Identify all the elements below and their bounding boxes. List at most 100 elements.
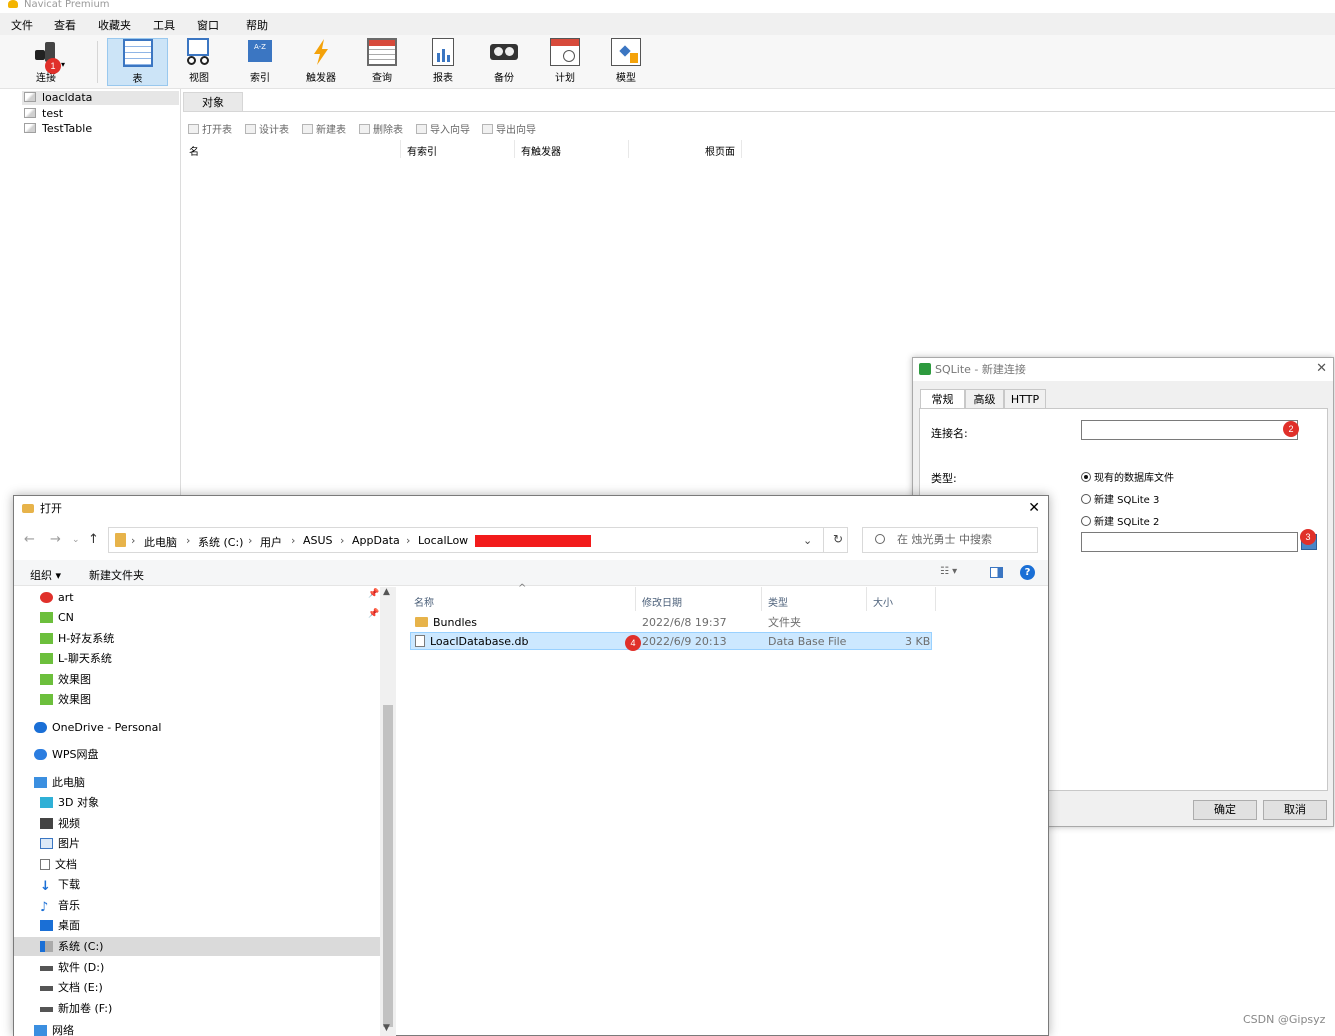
toolbar-view-button[interactable]: 视图 — [174, 38, 224, 86]
tree-item-loacldata[interactable]: loacldata — [22, 91, 179, 105]
radio-new-sqlite2[interactable]: 新建 SQLite 2 — [1081, 513, 1159, 528]
tab-objects[interactable]: 对象 — [183, 92, 243, 111]
new-folder-button[interactable]: 新建文件夹 — [89, 567, 144, 583]
cancel-button[interactable]: 取消 — [1263, 800, 1327, 820]
toolbar-backup-button[interactable]: 备份 — [479, 38, 529, 86]
breadcrumb-system-c[interactable]: 系统 (C:) — [198, 534, 243, 550]
toolbar-table-button[interactable]: 表 — [107, 38, 168, 86]
recent-chevron-icon[interactable]: ⌄ — [72, 535, 80, 545]
main-toolbar: ▾ 连接 1 表 视图 A-Z 索引 触发器 查询 报表 备份 计划 模型 — [0, 35, 1335, 89]
menu-help[interactable]: 帮助 — [246, 17, 268, 33]
nav-quick-h-friends[interactable]: H-好友系统 — [40, 629, 114, 648]
col-type[interactable]: 类型 — [768, 594, 788, 609]
breadcrumb-users[interactable]: 用户 — [260, 534, 282, 550]
file-row-bundles[interactable]: Bundles 2022/6/8 19:37 文件夹 — [410, 614, 932, 632]
nav-music[interactable]: ♪ 音乐 — [40, 896, 80, 915]
nav-label: 视频 — [58, 817, 80, 830]
address-bar[interactable]: › 此电脑 › 系统 (C:) › 用户 › ASUS › AppData › … — [108, 527, 848, 553]
radio-new-sqlite3[interactable]: 新建 SQLite 3 — [1081, 491, 1159, 506]
col-root-page[interactable]: 根页面 — [705, 143, 735, 158]
nav-quick-l-chat[interactable]: L-聊天系统 — [40, 649, 112, 668]
nav-desktop[interactable]: 桌面 — [40, 916, 80, 935]
nav-3d-objects[interactable]: 3D 对象 — [40, 793, 99, 812]
organize-button[interactable]: 组织 ▾ — [30, 567, 61, 583]
toolbar-report-button[interactable]: 报表 — [418, 38, 468, 86]
nav-documents-e[interactable]: 文档 (E:) — [40, 978, 103, 997]
import-wizard-button[interactable]: 导入向导 — [416, 121, 470, 136]
menu-tools[interactable]: 工具 — [153, 17, 175, 33]
sqlite-close-icon[interactable]: ✕ — [1316, 361, 1327, 376]
new-table-button[interactable]: 新建表 — [302, 121, 346, 136]
nav-scrollbar[interactable]: ▲ ▼ — [380, 587, 396, 1036]
design-table-button[interactable]: 设计表 — [245, 121, 289, 136]
menu-view[interactable]: 查看 — [54, 17, 76, 33]
tab-general[interactable]: 常规 — [920, 389, 965, 408]
close-icon[interactable]: ✕ — [1028, 500, 1040, 516]
forward-arrow-icon[interactable]: → — [50, 532, 61, 547]
breadcrumb-appdata[interactable]: AppData — [352, 534, 400, 547]
database-file-input[interactable] — [1081, 532, 1298, 552]
tab-advanced[interactable]: 高级 — [965, 389, 1004, 408]
nav-system-c[interactable]: 系统 (C:) — [14, 937, 380, 956]
nav-quick-art[interactable]: art — [40, 588, 74, 607]
nav-downloads[interactable]: ↓ 下载 — [40, 875, 80, 894]
ok-button[interactable]: 确定 — [1193, 800, 1257, 820]
nav-software-d[interactable]: 软件 (D:) — [40, 958, 104, 977]
tree-label: test — [42, 107, 64, 120]
toolbar-trigger-button[interactable]: 触发器 — [296, 38, 346, 86]
delete-table-button[interactable]: 删除表 — [359, 121, 403, 136]
menu-favorites[interactable]: 收藏夹 — [98, 17, 131, 33]
tree-item-test[interactable]: test — [24, 107, 63, 121]
pin-icon[interactable]: 📌 — [368, 609, 379, 619]
col-has-trigger[interactable]: 有触发器 — [521, 143, 561, 158]
radio-existing-db-file[interactable]: 现有的数据库文件 — [1081, 469, 1174, 484]
view-options-icon[interactable]: ☷ ▾ — [940, 566, 957, 577]
toolbar-query-button[interactable]: 查询 — [357, 38, 407, 86]
search-input[interactable]: 在 烛光勇士 中搜索 — [862, 527, 1038, 553]
preview-pane-icon[interactable] — [990, 567, 1003, 578]
file-row-loacldatabase[interactable]: LoaclDatabase.db 2022/6/9 20:13 Data Bas… — [410, 632, 932, 651]
col-name[interactable]: 名 — [189, 143, 199, 158]
col-modified-date[interactable]: 修改日期 — [642, 594, 682, 609]
nav-this-pc[interactable]: 此电脑 — [34, 773, 85, 792]
breadcrumb-asus[interactable]: ASUS — [303, 534, 333, 547]
col-has-index[interactable]: 有索引 — [407, 143, 437, 158]
nav-wps-drive[interactable]: WPS网盘 — [34, 745, 99, 764]
folder-synced-icon — [40, 612, 53, 623]
help-icon[interactable]: ? — [1020, 565, 1035, 580]
address-dropdown-icon[interactable]: ⌄ — [803, 534, 812, 547]
connect-button[interactable]: ▾ 连接 1 — [18, 38, 74, 86]
toolbar-index-button[interactable]: A-Z 索引 — [235, 38, 285, 86]
nav-onedrive[interactable]: OneDrive - Personal — [34, 718, 161, 737]
pin-icon[interactable]: 📌 — [368, 589, 379, 599]
db-file-icon — [415, 635, 425, 647]
nav-quick-effects-2[interactable]: 效果图 — [40, 690, 91, 709]
export-wizard-button[interactable]: 导出向导 — [482, 121, 536, 136]
refresh-icon[interactable]: ↻ — [833, 532, 843, 546]
menu-file[interactable]: 文件 — [11, 17, 33, 33]
query-icon — [367, 38, 397, 66]
nav-new-volume-f[interactable]: 新加卷 (F:) — [40, 999, 112, 1018]
nav-quick-cn[interactable]: CN — [40, 608, 74, 627]
nav-pictures[interactable]: 图片 — [40, 834, 80, 853]
breadcrumb-this-pc[interactable]: 此电脑 — [144, 534, 177, 550]
toolbar-model-button[interactable]: 模型 — [601, 38, 651, 86]
nav-videos[interactable]: 视频 — [40, 814, 80, 833]
scroll-down-icon[interactable]: ▼ — [383, 1023, 390, 1033]
tab-http[interactable]: HTTP — [1004, 389, 1046, 408]
up-arrow-icon[interactable]: ↑ — [88, 532, 99, 547]
connection-name-input[interactable] — [1081, 420, 1298, 440]
open-table-button[interactable]: 打开表 — [188, 121, 232, 136]
scroll-up-icon[interactable]: ▲ — [383, 587, 390, 597]
tree-item-testtable[interactable]: TestTable — [24, 122, 92, 136]
nav-network[interactable]: 网络 — [34, 1021, 74, 1036]
nav-quick-effects-1[interactable]: 效果图 — [40, 670, 91, 689]
back-arrow-icon[interactable]: ← — [24, 532, 35, 547]
scrollbar-thumb[interactable] — [383, 705, 393, 1027]
menu-window[interactable]: 窗口 — [197, 17, 219, 33]
col-file-name[interactable]: 名称 — [414, 594, 434, 609]
nav-documents[interactable]: 文档 — [40, 855, 77, 874]
toolbar-schedule-button[interactable]: 计划 — [540, 38, 590, 86]
col-size[interactable]: 大小 — [873, 594, 893, 609]
breadcrumb-localow[interactable]: LocalLow — [418, 534, 468, 547]
